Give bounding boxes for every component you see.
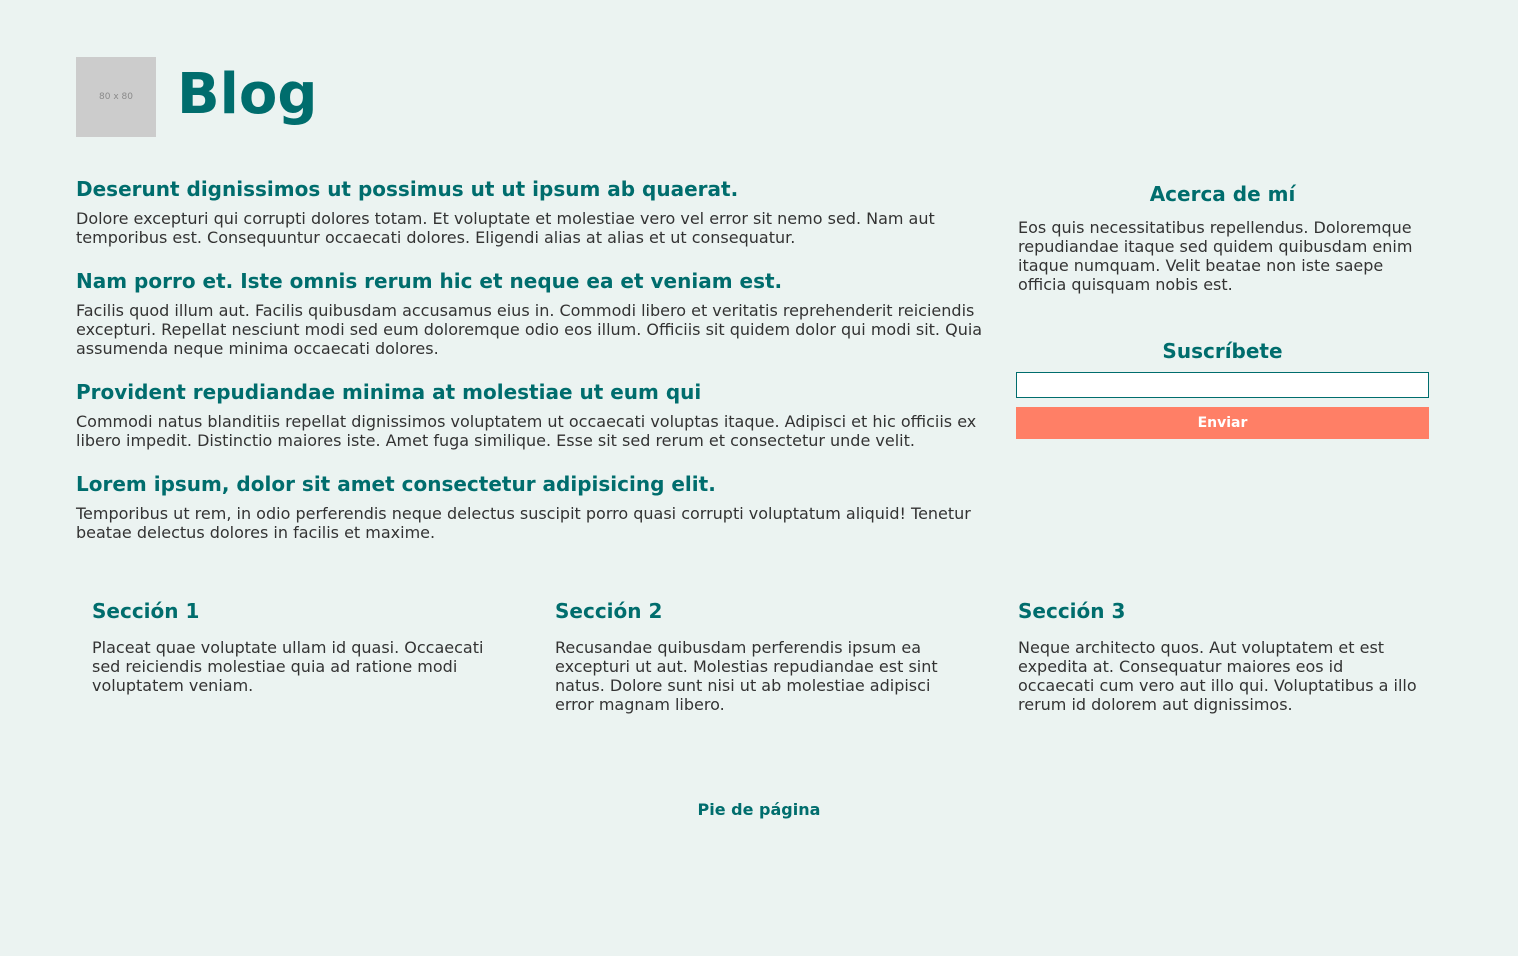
post-body: Facilis quod illum aut. Facilis quibusda… <box>76 301 983 358</box>
footer-text: Pie de página <box>697 800 821 819</box>
sidebar: Acerca de mí Eos quis necessitatibus rep… <box>1016 181 1429 439</box>
about-text: Eos quis necessitatibus repellendus. Dol… <box>1018 218 1413 294</box>
post-body: Dolore excepturi qui corrupti dolores to… <box>76 209 935 247</box>
post-body: Commodi natus blanditiis repellat dignis… <box>76 412 977 450</box>
section-3: Sección 3 Neque architecto quos. Aut vol… <box>1018 598 1418 714</box>
section-2: Sección 2 Recusandae quibusdam perferend… <box>555 598 955 714</box>
about-title: Acerca de mí <box>1149 182 1296 206</box>
subscribe-title: Suscríbete <box>1162 339 1283 363</box>
logo-placeholder: 80 x 80 <box>76 57 156 137</box>
section-text: Placeat quae voluptate ullam id quasi. O… <box>92 638 484 695</box>
post-title[interactable]: Deserunt dignissimos ut possimus ut ut i… <box>76 176 986 202</box>
post-title[interactable]: Provident repudiandae minima at molestia… <box>76 379 986 405</box>
site-title: Blog <box>177 62 318 127</box>
subscribe-email-input[interactable] <box>1016 372 1429 398</box>
section-title: Sección 2 <box>555 599 663 623</box>
page: 80 x 80 Blog Deserunt dignissimos ut pos… <box>0 0 1518 956</box>
send-button[interactable]: Enviar <box>1016 407 1429 439</box>
site-header: 80 x 80 Blog <box>76 57 317 137</box>
post-title[interactable]: Lorem ipsum, dolor sit amet consectetur … <box>76 471 986 497</box>
post-body: Temporibus ut rem, in odio perferendis n… <box>76 504 971 542</box>
post: Provident repudiandae minima at molestia… <box>76 379 986 450</box>
post: Nam porro et. Iste omnis rerum hic et ne… <box>76 268 986 358</box>
post-title[interactable]: Nam porro et. Iste omnis rerum hic et ne… <box>76 268 986 294</box>
post: Lorem ipsum, dolor sit amet consectetur … <box>76 471 986 542</box>
post: Deserunt dignissimos ut possimus ut ut i… <box>76 176 986 247</box>
post-list: Deserunt dignissimos ut possimus ut ut i… <box>76 176 986 542</box>
section-1: Sección 1 Placeat quae voluptate ullam i… <box>92 598 492 695</box>
section-text: Recusandae quibusdam perferendis ipsum e… <box>555 638 938 714</box>
section-title: Sección 1 <box>92 599 200 623</box>
section-text: Neque architecto quos. Aut voluptatem et… <box>1018 638 1417 714</box>
section-title: Sección 3 <box>1018 599 1126 623</box>
